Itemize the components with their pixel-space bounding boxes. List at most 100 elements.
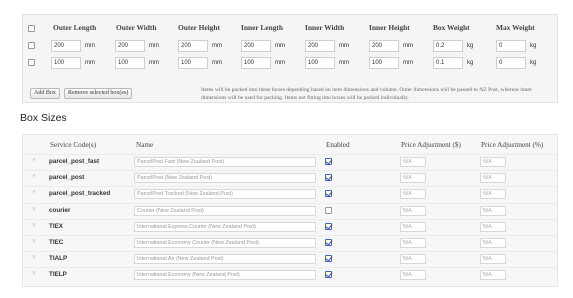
- service-name-input[interactable]: International Air (New Zealand Post): [134, 254, 316, 265]
- box-col-header: Max Weight: [496, 23, 535, 32]
- unit-label: mm: [149, 60, 159, 66]
- price-adjustment-percent-input[interactable]: N/A: [480, 238, 506, 248]
- row-divider: [23, 218, 557, 220]
- service-name-input[interactable]: International Economy Courier (New Zeala…: [134, 238, 316, 248]
- price-adjustment-dollar-input[interactable]: N/A: [400, 254, 426, 265]
- service-name-input[interactable]: ParcelPost (New Zealand Post): [134, 173, 316, 184]
- price-adjustment-dollar-input[interactable]: N/A: [400, 270, 426, 281]
- box-col-header: Inner Height: [369, 23, 410, 32]
- price-adjustment-dollar-input[interactable]: N/A: [400, 221, 426, 232]
- service-enabled-checkbox[interactable]: [325, 255, 332, 263]
- service-enabled-checkbox[interactable]: [325, 239, 332, 246]
- service-name-input[interactable]: ParcelPost Fast (New Zealand Post): [134, 157, 316, 167]
- service-name-input[interactable]: Courier (New Zealand Post): [134, 205, 316, 216]
- service-name-input[interactable]: International Express Courier (New Zeala…: [134, 221, 316, 232]
- row-divider: [23, 267, 557, 269]
- unit-label: mm: [85, 43, 95, 49]
- unit-label: mm: [212, 60, 222, 66]
- box-outer-length-input[interactable]: 200: [51, 40, 81, 52]
- unit-label: mm: [275, 43, 285, 49]
- price-adjustment-percent-input[interactable]: N/A: [480, 270, 506, 281]
- box-col-header: Outer Height: [178, 23, 220, 32]
- service-code: TIEX: [49, 222, 63, 230]
- col-header-adj-dollar: Price Adjustment ($): [401, 141, 461, 149]
- box-inner-height-input[interactable]: 200: [369, 40, 399, 52]
- price-adjustment-dollar-input[interactable]: N/A: [400, 173, 426, 184]
- drag-handle-icon[interactable]: ⠿: [32, 239, 36, 245]
- row-divider: [23, 154, 557, 155]
- box-max-weight-input[interactable]: 0: [496, 57, 526, 69]
- unit-label: mm: [149, 43, 159, 49]
- price-adjustment-dollar-input[interactable]: N/A: [400, 238, 426, 248]
- service-name-input[interactable]: International Economy (New Zealand Post): [134, 270, 316, 281]
- drag-handle-icon[interactable]: ⠿: [32, 158, 36, 164]
- box-outer-width-input[interactable]: 200: [115, 40, 145, 52]
- price-adjustment-percent-input[interactable]: N/A: [480, 221, 506, 232]
- box-box-weight-input[interactable]: 0.2: [433, 40, 463, 52]
- select-all-checkbox[interactable]: [28, 25, 35, 32]
- remove-boxes-button[interactable]: Remove selected box(es): [64, 88, 133, 99]
- price-adjustment-percent-input[interactable]: N/A: [480, 254, 506, 265]
- drag-handle-icon[interactable]: ⠿: [32, 174, 36, 180]
- service-enabled-checkbox[interactable]: [325, 190, 332, 198]
- box-outer-height-input[interactable]: 100: [178, 57, 208, 69]
- box-max-weight-input[interactable]: 0: [496, 40, 526, 52]
- service-enabled-checkbox[interactable]: [325, 174, 332, 182]
- box-col-header: Box Weight: [433, 23, 470, 32]
- box-inner-length-input[interactable]: 200: [241, 40, 271, 52]
- box-row-checkbox[interactable]: [28, 59, 35, 66]
- unit-label: mm: [85, 60, 95, 66]
- box-inner-width-input[interactable]: 200: [305, 40, 335, 52]
- drag-handle-icon[interactable]: ⠿: [32, 190, 36, 196]
- service-code: TIELP: [49, 271, 67, 279]
- box-box-weight-input[interactable]: 0.1: [433, 57, 463, 69]
- price-adjustment-percent-input[interactable]: N/A: [480, 205, 506, 216]
- box-outer-height-input[interactable]: 200: [178, 40, 208, 52]
- row-divider: [23, 235, 557, 236]
- price-adjustment-percent-input[interactable]: N/A: [480, 173, 506, 184]
- service-name-input[interactable]: ParcelPost Tracked (New Zealand Post): [134, 189, 316, 200]
- service-code: TIALP: [49, 255, 68, 263]
- box-outer-length-input[interactable]: 100: [51, 57, 81, 69]
- unit-label: kg: [530, 60, 537, 66]
- unit-label: mm: [339, 43, 349, 49]
- col-header-code: Service Code(s): [50, 141, 97, 149]
- price-adjustment-percent-input[interactable]: N/A: [480, 157, 506, 167]
- drag-handle-icon[interactable]: ⠿: [32, 207, 36, 213]
- drag-handle-icon[interactable]: ⠿: [32, 223, 36, 229]
- col-header-name: Name: [136, 141, 154, 149]
- services-table: Service Code(s) Name Enabled Price Adjus…: [22, 134, 558, 287]
- unit-label: mm: [212, 43, 222, 49]
- unit-label: kg: [530, 43, 537, 49]
- service-enabled-checkbox[interactable]: [325, 206, 332, 214]
- row-divider: [23, 186, 557, 188]
- price-adjustment-dollar-input[interactable]: N/A: [400, 205, 426, 216]
- service-code: courier: [49, 206, 71, 214]
- unit-label: mm: [339, 60, 349, 66]
- service-code: parcel_post_fast: [49, 158, 100, 165]
- box-inner-height-input[interactable]: 100: [369, 57, 399, 69]
- box-col-header: Outer Length: [53, 23, 97, 32]
- service-enabled-checkbox[interactable]: [325, 222, 332, 230]
- price-adjustment-dollar-input[interactable]: N/A: [400, 157, 426, 167]
- unit-label: mm: [403, 60, 413, 66]
- price-adjustment-dollar-input[interactable]: N/A: [400, 189, 426, 200]
- box-col-header: Outer Width: [116, 23, 157, 32]
- section-title: Box Sizes: [20, 112, 67, 124]
- unit-label: kg: [467, 60, 474, 66]
- service-enabled-checkbox[interactable]: [325, 271, 332, 279]
- drag-handle-icon[interactable]: ⠿: [32, 255, 36, 261]
- row-divider: [23, 202, 557, 204]
- box-col-header: Inner Length: [241, 23, 283, 32]
- box-col-header: Inner Width: [305, 23, 345, 32]
- box-row-checkbox[interactable]: [28, 42, 35, 49]
- box-inner-width-input[interactable]: 100: [305, 57, 335, 69]
- add-box-button[interactable]: Add Box: [30, 88, 60, 99]
- box-outer-width-input[interactable]: 100: [115, 57, 145, 69]
- col-header-adj-percent: Price Adjustment (%): [481, 141, 544, 149]
- boxes-note: Items will be packed into these boxes de…: [201, 87, 532, 101]
- drag-handle-icon[interactable]: ⠿: [32, 271, 36, 277]
- box-inner-length-input[interactable]: 100: [241, 57, 271, 69]
- service-enabled-checkbox[interactable]: [325, 158, 332, 165]
- price-adjustment-percent-input[interactable]: N/A: [480, 189, 506, 200]
